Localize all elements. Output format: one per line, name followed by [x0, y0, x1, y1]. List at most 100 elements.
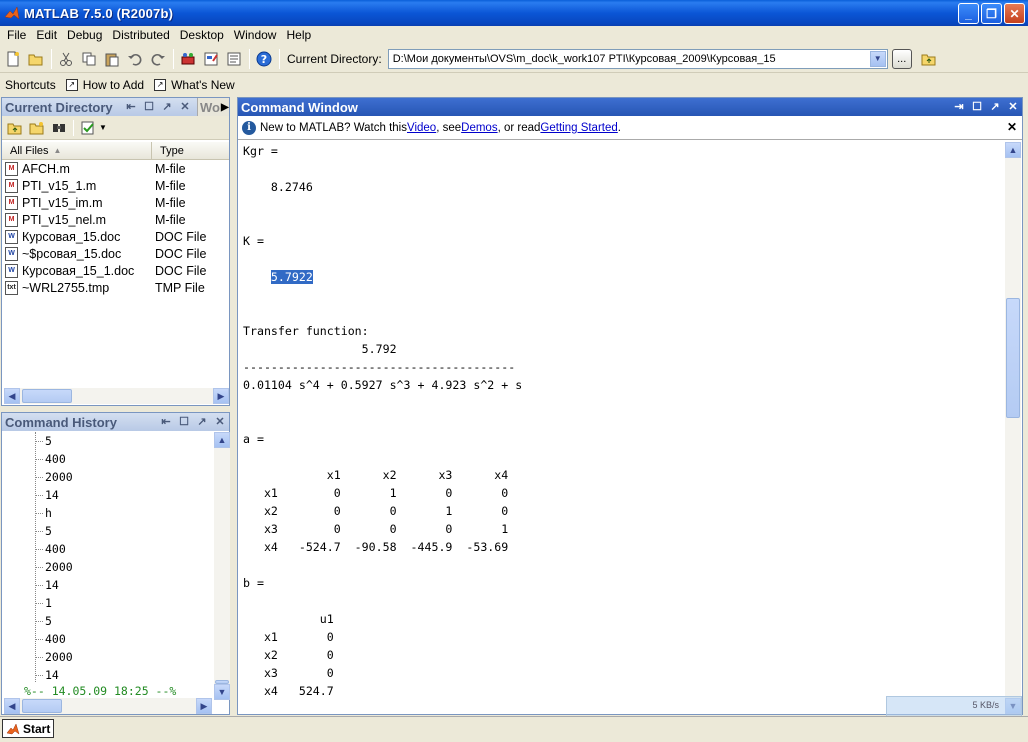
table-row[interactable]: txt ~WRL2755.tmp TMP File — [2, 279, 229, 296]
history-hscrollbar[interactable]: ◀ ▶ — [4, 698, 212, 714]
scroll-right-icon[interactable]: ▶ — [196, 698, 212, 714]
menu-edit[interactable]: Edit — [31, 28, 62, 42]
shortcuts-label[interactable]: Shortcuts — [5, 78, 56, 92]
undock-icon[interactable]: ⇤ — [125, 100, 137, 113]
menu-distributed[interactable]: Distributed — [107, 28, 174, 42]
command-history-header[interactable]: Command History ⇤ ☐ ↗ ✕ — [2, 413, 229, 431]
table-row[interactable]: W Курсовая_15_1.doc DOC File — [2, 262, 229, 279]
history-vscrollbar[interactable]: ▲ ▼ — [214, 432, 230, 700]
help-icon[interactable]: ? — [253, 48, 275, 70]
history-item[interactable]: 400 — [2, 630, 214, 648]
close-panel-icon[interactable]: ✕ — [1007, 100, 1019, 113]
open-folder-icon[interactable] — [25, 48, 47, 70]
column-all-files[interactable]: All Files ▲ — [2, 142, 152, 159]
history-item[interactable]: 14 — [2, 576, 214, 594]
history-item[interactable]: h — [2, 504, 214, 522]
scroll-left-icon[interactable]: ◀ — [4, 388, 20, 404]
simulink-icon[interactable] — [177, 48, 199, 70]
find-files-icon[interactable] — [48, 118, 70, 138]
undock-icon[interactable]: ⇥ — [953, 100, 965, 113]
dock-arrow-icon[interactable]: ↗ — [161, 100, 173, 113]
history-item[interactable]: 14 — [2, 486, 214, 504]
column-type[interactable]: Type — [152, 142, 184, 159]
close-panel-icon[interactable]: ✕ — [179, 100, 191, 113]
table-row[interactable]: W Курсовая_15.doc DOC File — [2, 228, 229, 245]
menu-help[interactable]: Help — [281, 28, 316, 42]
notice-text-sep2: , or read — [497, 121, 541, 134]
browse-button[interactable]: ... — [891, 48, 912, 69]
table-row[interactable]: W ~$рсовая_15.doc DOC File — [2, 245, 229, 262]
scroll-thumb[interactable] — [22, 699, 62, 713]
table-row[interactable]: M PTI_v15_im.m M-file — [2, 194, 229, 211]
demos-link[interactable]: Demos — [461, 122, 497, 134]
table-row[interactable]: M PTI_v15_1.m M-file — [2, 177, 229, 194]
reports-icon[interactable] — [77, 118, 99, 138]
maximize-panel-icon[interactable]: ☐ — [971, 100, 983, 113]
table-row[interactable]: M PTI_v15_nel.m M-file — [2, 211, 229, 228]
paste-icon[interactable] — [101, 48, 123, 70]
getting-started-link[interactable]: Getting Started — [540, 122, 617, 134]
m-file-icon: M — [5, 178, 18, 193]
up-folder-icon[interactable] — [918, 48, 940, 70]
new-file-icon[interactable] — [2, 48, 24, 70]
cut-icon[interactable] — [55, 48, 77, 70]
dock-arrow-icon[interactable]: ↗ — [989, 100, 1001, 113]
scroll-down-icon[interactable]: ▼ — [214, 684, 230, 700]
scroll-thumb[interactable] — [1006, 298, 1020, 418]
chevron-down-icon[interactable]: ▼ — [869, 50, 886, 67]
current-directory-header[interactable]: Current Directory ⇤ ☐ ↗ ✕ Wo ▶ — [2, 98, 229, 116]
scroll-left-icon[interactable]: ◀ — [4, 698, 20, 714]
minimize-button[interactable]: _ — [958, 3, 979, 24]
command-history-list: 5 400 2000 14 h 5 400 2000 14 1 5 400 2000 14 %-- 14.… — [2, 432, 214, 698]
chevron-down-icon[interactable]: ▼ — [99, 123, 107, 132]
history-item[interactable]: 2000 — [2, 558, 214, 576]
video-link[interactable]: Video — [407, 122, 436, 134]
close-panel-icon[interactable]: ✕ — [214, 415, 226, 428]
shortcut-how-to-add[interactable]: ↗ How to Add — [65, 78, 144, 92]
dock-arrow-icon[interactable]: ↗ — [196, 415, 208, 428]
history-item[interactable]: 400 — [2, 450, 214, 468]
command-window-vscrollbar[interactable]: ▲ ▼ — [1005, 142, 1021, 714]
tab-scroll-right-icon[interactable]: ▶ — [221, 102, 229, 113]
current-directory-field[interactable]: D:\Мои документы\OVS\m_doc\k_work107 PTI… — [387, 48, 888, 69]
copy-icon[interactable] — [78, 48, 100, 70]
menu-file[interactable]: File — [2, 28, 31, 42]
scroll-right-icon[interactable]: ▶ — [213, 388, 229, 404]
guide-icon[interactable] — [200, 48, 222, 70]
command-window-header[interactable]: Command Window ⇥ ☐ ↗ ✕ — [238, 98, 1022, 116]
new-folder-icon[interactable] — [26, 118, 48, 138]
close-notice-icon[interactable]: ✕ — [1007, 120, 1017, 134]
history-item[interactable]: 1 — [2, 594, 214, 612]
menu-desktop[interactable]: Desktop — [175, 28, 229, 42]
history-item[interactable]: 5 — [2, 522, 214, 540]
redo-icon[interactable] — [147, 48, 169, 70]
history-item[interactable]: 5 — [2, 612, 214, 630]
start-icon — [6, 722, 20, 735]
menu-debug[interactable]: Debug — [62, 28, 107, 42]
history-item[interactable]: 2000 — [2, 468, 214, 486]
history-item[interactable]: 14 — [2, 666, 214, 684]
scroll-thumb[interactable] — [22, 389, 72, 403]
start-button[interactable]: Start — [2, 719, 54, 738]
output-text-before: Kgr = 8.2746 K = — [243, 144, 313, 248]
close-button[interactable]: ✕ — [1004, 3, 1025, 24]
history-item[interactable]: 5 — [2, 432, 214, 450]
history-session-marker[interactable]: %-- 14.05.09 18:25 --% — [2, 684, 214, 698]
file-list-hscrollbar[interactable]: ◀ ▶ — [4, 388, 229, 404]
command-window-output[interactable]: Kgr = 8.2746 K = 5.7922 Transfer functio… — [243, 142, 1003, 716]
maximize-button[interactable]: ❐ — [981, 3, 1002, 24]
scroll-up-icon[interactable]: ▲ — [1005, 142, 1021, 158]
undo-icon[interactable] — [124, 48, 146, 70]
history-item[interactable]: 2000 — [2, 648, 214, 666]
up-folder-icon[interactable] — [4, 118, 26, 138]
profiler-icon[interactable] — [223, 48, 245, 70]
scroll-up-icon[interactable]: ▲ — [214, 432, 230, 448]
maximize-panel-icon[interactable]: ☐ — [178, 415, 190, 428]
table-row[interactable]: M AFCH.m M-file — [2, 160, 229, 177]
tab-workspace[interactable]: Wo ▶ — [197, 98, 229, 116]
undock-icon[interactable]: ⇤ — [160, 415, 172, 428]
menu-window[interactable]: Window — [229, 28, 282, 42]
history-item[interactable]: 400 — [2, 540, 214, 558]
maximize-panel-icon[interactable]: ☐ — [143, 100, 155, 113]
shortcut-whats-new[interactable]: ↗ What's New — [154, 78, 235, 92]
